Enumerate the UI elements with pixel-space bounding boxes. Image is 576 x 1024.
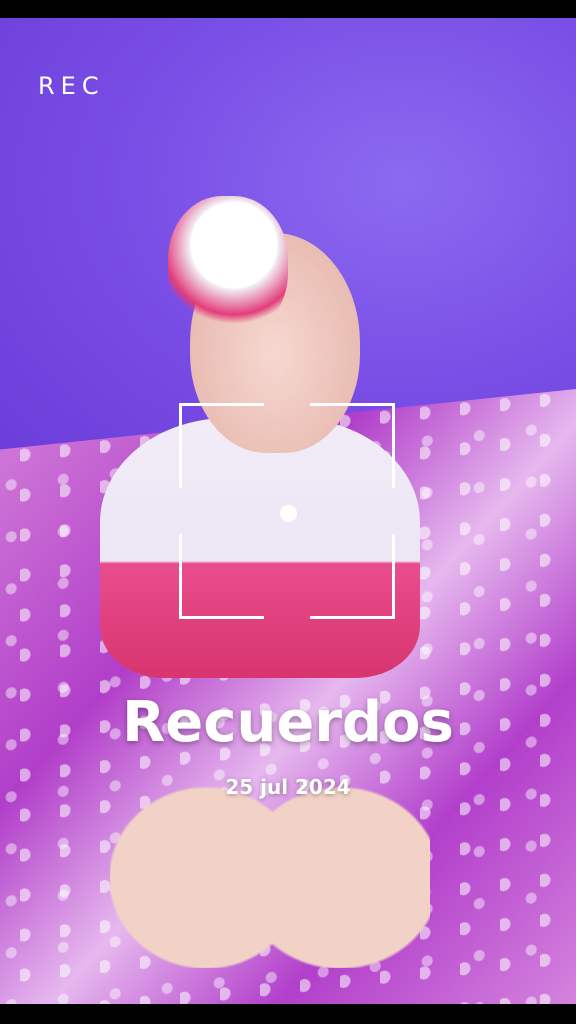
focus-corner-bottom-right	[310, 534, 395, 619]
memories-date: 25 jul 2024	[225, 775, 351, 799]
focus-point-icon	[280, 505, 297, 522]
focus-corner-bottom-left	[179, 534, 264, 619]
focus-corner-top-right	[310, 403, 395, 488]
focus-corner-top-left	[179, 403, 264, 488]
rec-indicator: REC	[38, 72, 105, 100]
photo-hair-flower	[168, 196, 288, 336]
memories-title: Recuerdos	[122, 690, 454, 755]
